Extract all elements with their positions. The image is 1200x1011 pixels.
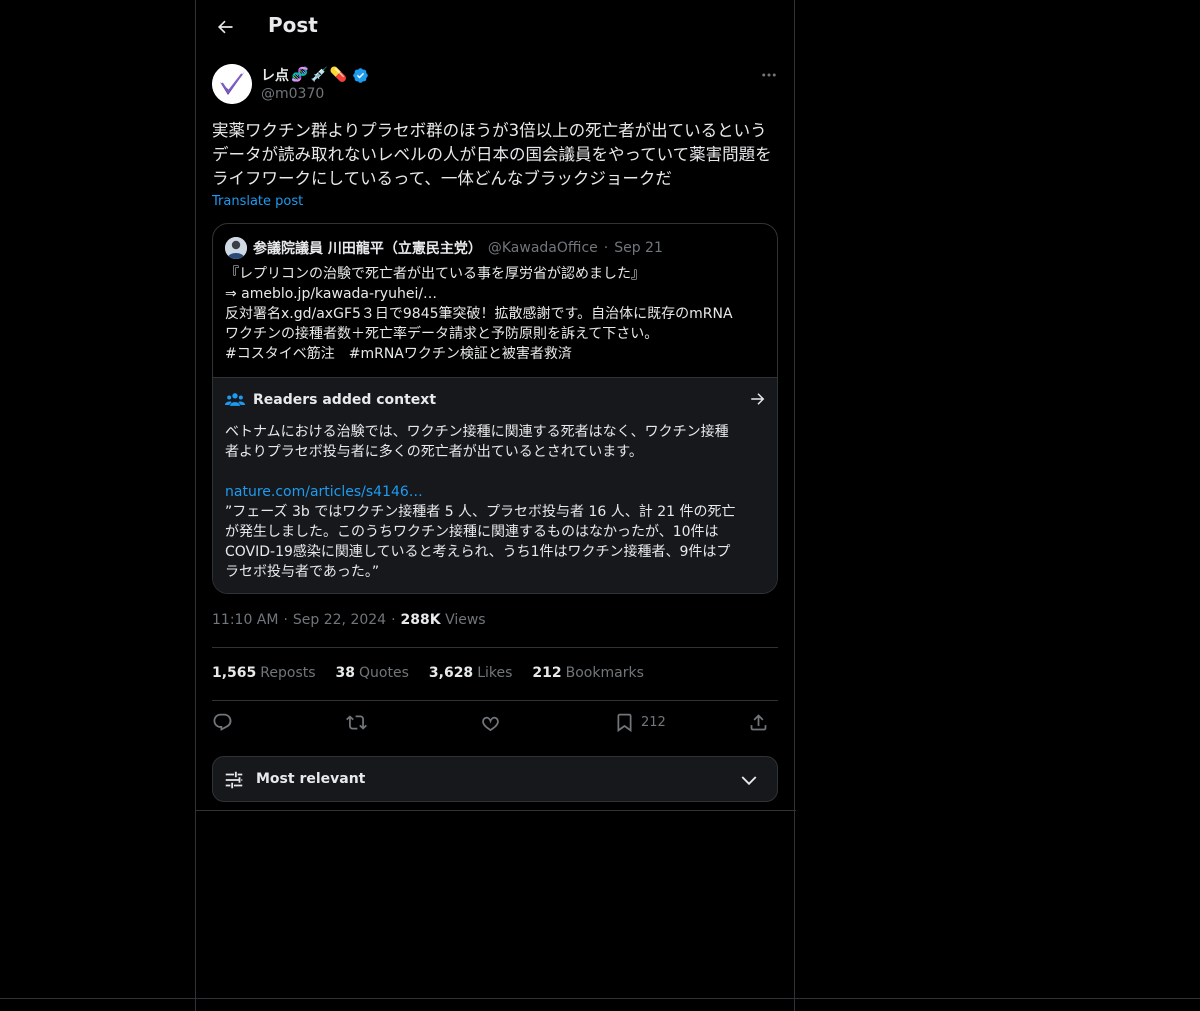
context-spacer (225, 462, 770, 482)
action-bar: 212 (212, 710, 778, 740)
context-body: ベトナムにおける治験では、ワクチン接種に関連する死者はなく、ワクチン接種 者より… (225, 422, 770, 582)
quoted-author-handle: @KawadaOffice (487, 240, 598, 256)
likes-count: 3,628 (428, 665, 474, 681)
context-quote-line: が発生しました。このうちワクチン接種に関連するものはなかったが、10件は (225, 524, 719, 540)
quoted-author-avatar (225, 237, 247, 259)
quoted-post-text: 『レプリコンの治験で死亡者が出ている事を厚労省が認めました』 ⇒ ameblo.… (225, 264, 770, 364)
quoted-text-line: ワクチンの接種者数＋死亡率データ請求と予防原則を訴えて下さい。 (225, 326, 659, 342)
engagement-stats: 1,565 Reposts 38 Quotes 3,628 Likes 212 … (212, 665, 644, 681)
author-display-name[interactable]: レ点 (261, 65, 289, 85)
bookmark-button[interactable]: 212 (614, 712, 666, 733)
quoted-text-line: 反対署名x.gd/axGF5３日で9845筆突破！拡散感謝です。自治体に既存のm… (225, 306, 733, 322)
context-header: Readers added context (225, 391, 436, 409)
context-quote-line: COVID-19感染に関連していると考えられ、うち1件はワクチン接種者、9件はプ (225, 544, 731, 560)
person-photo-icon (225, 237, 247, 259)
likes-label: Likes (477, 665, 513, 681)
divider (212, 700, 778, 701)
views-number: 288K (400, 612, 441, 628)
reply-icon (213, 713, 232, 731)
quoted-text-line: 『レプリコンの治験で死亡者が出ている事を厚労省が認めました』 (225, 266, 645, 282)
translate-post-link[interactable]: Translate post (212, 194, 303, 209)
syringe-emoji: 💉 (310, 67, 328, 83)
repost-icon (346, 715, 367, 730)
reposts-stat[interactable]: 1,565 Reposts (212, 665, 316, 681)
post-time[interactable]: 11:10 AM (212, 612, 278, 628)
share-icon (750, 714, 767, 731)
like-button[interactable] (480, 712, 501, 733)
likes-stat[interactable]: 3,628 Likes (429, 665, 513, 681)
reply-button[interactable] (212, 712, 233, 733)
author-name-row[interactable]: レ点 🧬 💉 💊 (261, 65, 369, 85)
bookmarks-stat[interactable]: 212 Bookmarks (532, 665, 643, 681)
sort-label: Most relevant (256, 771, 366, 787)
checkmark-logo-icon (212, 64, 252, 104)
heart-icon (482, 716, 499, 732)
bookmarks-label: Bookmarks (565, 665, 644, 681)
quoted-post-header: 参議院議員 川田龍平（立憲民主党） @KawadaOffice · Sep 21 (253, 238, 663, 258)
separator-dot: · (391, 612, 396, 628)
reply-sort-dropdown[interactable]: Most relevant (212, 756, 778, 802)
divider (212, 647, 778, 648)
share-button[interactable] (748, 712, 769, 733)
quoted-text-line: ⇒ ameblo.jp/kawada-ryuhei/… (225, 286, 438, 302)
reposts-label: Reposts (260, 665, 316, 681)
author-handle[interactable]: @m0370 (261, 86, 324, 102)
context-title: Readers added context (253, 392, 437, 408)
arrow-right-icon (751, 393, 765, 405)
pill-emoji: 💊 (329, 67, 348, 83)
more-options-button[interactable] (756, 64, 782, 86)
quoted-post-card[interactable]: 参議院議員 川田龍平（立憲民主党） @KawadaOffice · Sep 21… (212, 223, 778, 594)
bookmark-count: 212 (641, 715, 666, 730)
context-line: 者よりプラセボ投与者に多くの死亡者が出ているとされています。 (225, 444, 643, 460)
repost-button[interactable] (346, 712, 367, 733)
bookmarks-count: 212 (532, 665, 562, 681)
quotes-stat[interactable]: 38 Quotes (336, 665, 409, 681)
post-metadata: 11:10 AM · Sep 22, 2024 · 288K Views (212, 612, 486, 628)
post-date[interactable]: Sep 22, 2024 (293, 612, 386, 628)
readers-context-panel[interactable]: Readers added context ベトナムにおける治験では、ワクチン接… (213, 377, 777, 593)
author-avatar[interactable] (212, 64, 252, 104)
reposts-count: 1,565 (212, 665, 257, 681)
back-button[interactable] (208, 10, 242, 44)
separator-dot: · (603, 240, 609, 256)
people-icon (225, 393, 245, 406)
context-line: ベトナムにおける治験では、ワクチン接種に関連する死者はなく、ワクチン接種 (225, 424, 729, 440)
more-horizontal-icon (762, 73, 776, 77)
context-source-link[interactable]: nature.com/articles/s4146… (225, 482, 770, 502)
views-count[interactable]: 288K Views (401, 612, 486, 628)
bookmark-icon (617, 713, 632, 733)
views-label: Views (445, 612, 486, 628)
main-column: Post レ点 🧬 💉 💊 @m0370 実薬ワクチン群よりプラセボ群のほうが3… (195, 0, 796, 1011)
verified-badge-icon (352, 67, 369, 84)
post-text: 実薬ワクチン群よりプラセボ群のほうが3倍以上の死亡者が出ているというデータが読み… (212, 121, 772, 188)
sliders-icon (225, 771, 243, 789)
dna-emoji: 🧬 (291, 67, 309, 83)
context-quote-line: ”フェーズ 3b ではワクチン接種者 5 人、プラセボ投与者 16 人、計 21… (225, 504, 736, 520)
context-open-button[interactable] (749, 390, 767, 412)
separator-dot: · (283, 612, 288, 628)
chevron-down-icon (741, 776, 757, 786)
quoted-author-name: 参議院議員 川田龍平（立憲民主党） (253, 241, 482, 257)
divider (196, 810, 796, 811)
quoted-text-line: #コスタイベ筋注 #mRNAワクチン検証と被害者救済 (225, 346, 572, 362)
quoted-post-date: Sep 21 (614, 240, 663, 256)
context-quote-line: ラセボ投与者であった。” (225, 564, 380, 580)
page-title: Post (268, 13, 318, 37)
quotes-count: 38 (335, 665, 356, 681)
page-header: Post (196, 0, 796, 53)
bottom-divider (0, 998, 1200, 999)
arrow-left-icon (217, 20, 233, 34)
quotes-label: Quotes (359, 665, 409, 681)
